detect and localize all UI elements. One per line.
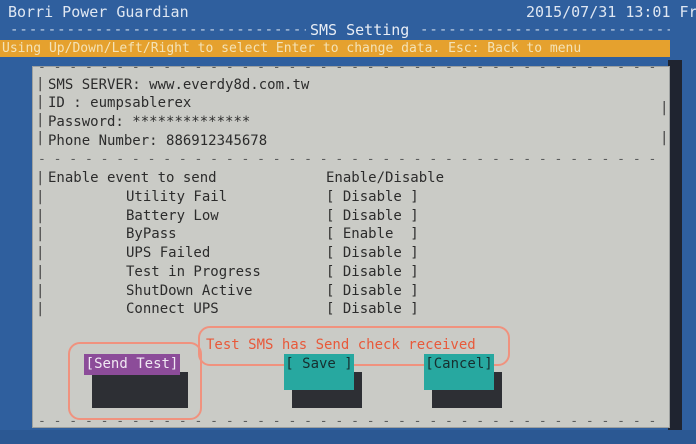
enable-disable-header: Enable/Disable bbox=[326, 170, 445, 186]
cancel-button[interactable]: [Cancel] bbox=[424, 354, 494, 390]
right-border: | bbox=[660, 130, 669, 146]
bottom-border bbox=[0, 430, 696, 444]
phone-number-field[interactable]: Phone Number: 886912345678 bbox=[48, 133, 267, 149]
left-border: | bbox=[36, 112, 45, 128]
datetime-display: 2015/07/31 13:01 Fr bbox=[526, 3, 696, 21]
send-test-button-shadow bbox=[92, 372, 188, 408]
title-divider-left: ------------------------------------ bbox=[10, 22, 306, 38]
app-title: Borri Power Guardian bbox=[8, 3, 189, 21]
event-shutdown-active-toggle[interactable]: [ Disable ] bbox=[326, 283, 419, 299]
phone-number-value: 886912345678 bbox=[166, 133, 268, 149]
left-border: | bbox=[36, 130, 45, 146]
left-border: | bbox=[36, 283, 45, 299]
event-battery-low-label: Battery Low bbox=[126, 208, 219, 224]
section-divider: - - - - - - - - - - - - - - - - - - - - … bbox=[38, 152, 666, 167]
screen-title: SMS Setting bbox=[310, 21, 410, 39]
event-utility-fail-label: Utility Fail bbox=[126, 189, 228, 205]
left-border: | bbox=[36, 245, 45, 261]
event-utility-fail-toggle[interactable]: [ Disable ] bbox=[326, 189, 419, 205]
password-value: ************** bbox=[132, 114, 251, 130]
event-ups-failed-label: UPS Failed bbox=[126, 245, 211, 261]
left-border: | bbox=[36, 94, 45, 110]
phone-number-label: Phone Number: bbox=[48, 133, 158, 149]
panel-bottom-border: - - - - - - - - - - - - - - - - - - - - … bbox=[38, 414, 666, 429]
left-border: | bbox=[36, 189, 45, 205]
event-battery-low-toggle[interactable]: [ Disable ] bbox=[326, 208, 419, 224]
event-bypass-label: ByPass bbox=[126, 226, 177, 242]
sms-server-label: SMS SERVER: bbox=[48, 77, 141, 93]
event-test-in-progress-toggle[interactable]: [ Disable ] bbox=[326, 264, 419, 280]
left-border: | bbox=[36, 301, 45, 317]
id-value: eumpsablerex bbox=[90, 95, 192, 111]
scrollbar[interactable] bbox=[668, 60, 682, 430]
id-field[interactable]: ID : eumpsablerex bbox=[48, 95, 191, 111]
events-header: Enable event to send bbox=[48, 170, 217, 186]
save-button[interactable]: [ Save ] bbox=[284, 354, 354, 390]
event-connect-ups-toggle[interactable]: [ Disable ] bbox=[326, 301, 419, 317]
event-connect-ups-label: Connect UPS bbox=[126, 301, 219, 317]
left-border: | bbox=[36, 264, 45, 280]
left-border: | bbox=[36, 208, 45, 224]
event-test-in-progress-label: Test in Progress bbox=[126, 264, 261, 280]
event-shutdown-active-label: ShutDown Active bbox=[126, 283, 253, 299]
sms-server-field[interactable]: SMS SERVER: www.everdy8d.com.tw bbox=[48, 77, 309, 93]
left-border: | bbox=[36, 170, 45, 186]
panel-top-border: - - - - - - - - - - - - - - - - - - - - … bbox=[38, 60, 666, 75]
id-label: ID : bbox=[48, 95, 82, 111]
right-border: | bbox=[660, 100, 669, 116]
title-divider-right: -------------------------------- bbox=[420, 22, 670, 38]
left-border: | bbox=[36, 226, 45, 242]
send-test-button[interactable]: [Send Test] bbox=[84, 354, 180, 375]
event-ups-failed-toggle[interactable]: [ Disable ] bbox=[326, 245, 419, 261]
help-bar: Using Up/Down/Left/Right to select Enter… bbox=[0, 40, 670, 57]
event-bypass-toggle[interactable]: [ Enable ] bbox=[326, 226, 419, 242]
password-label: Password: bbox=[48, 114, 124, 130]
status-message: Test SMS has Send check received bbox=[206, 337, 476, 353]
password-field[interactable]: Password: ************** bbox=[48, 114, 250, 130]
left-border: | bbox=[36, 76, 45, 92]
sms-server-value: www.everdy8d.com.tw bbox=[149, 77, 310, 93]
